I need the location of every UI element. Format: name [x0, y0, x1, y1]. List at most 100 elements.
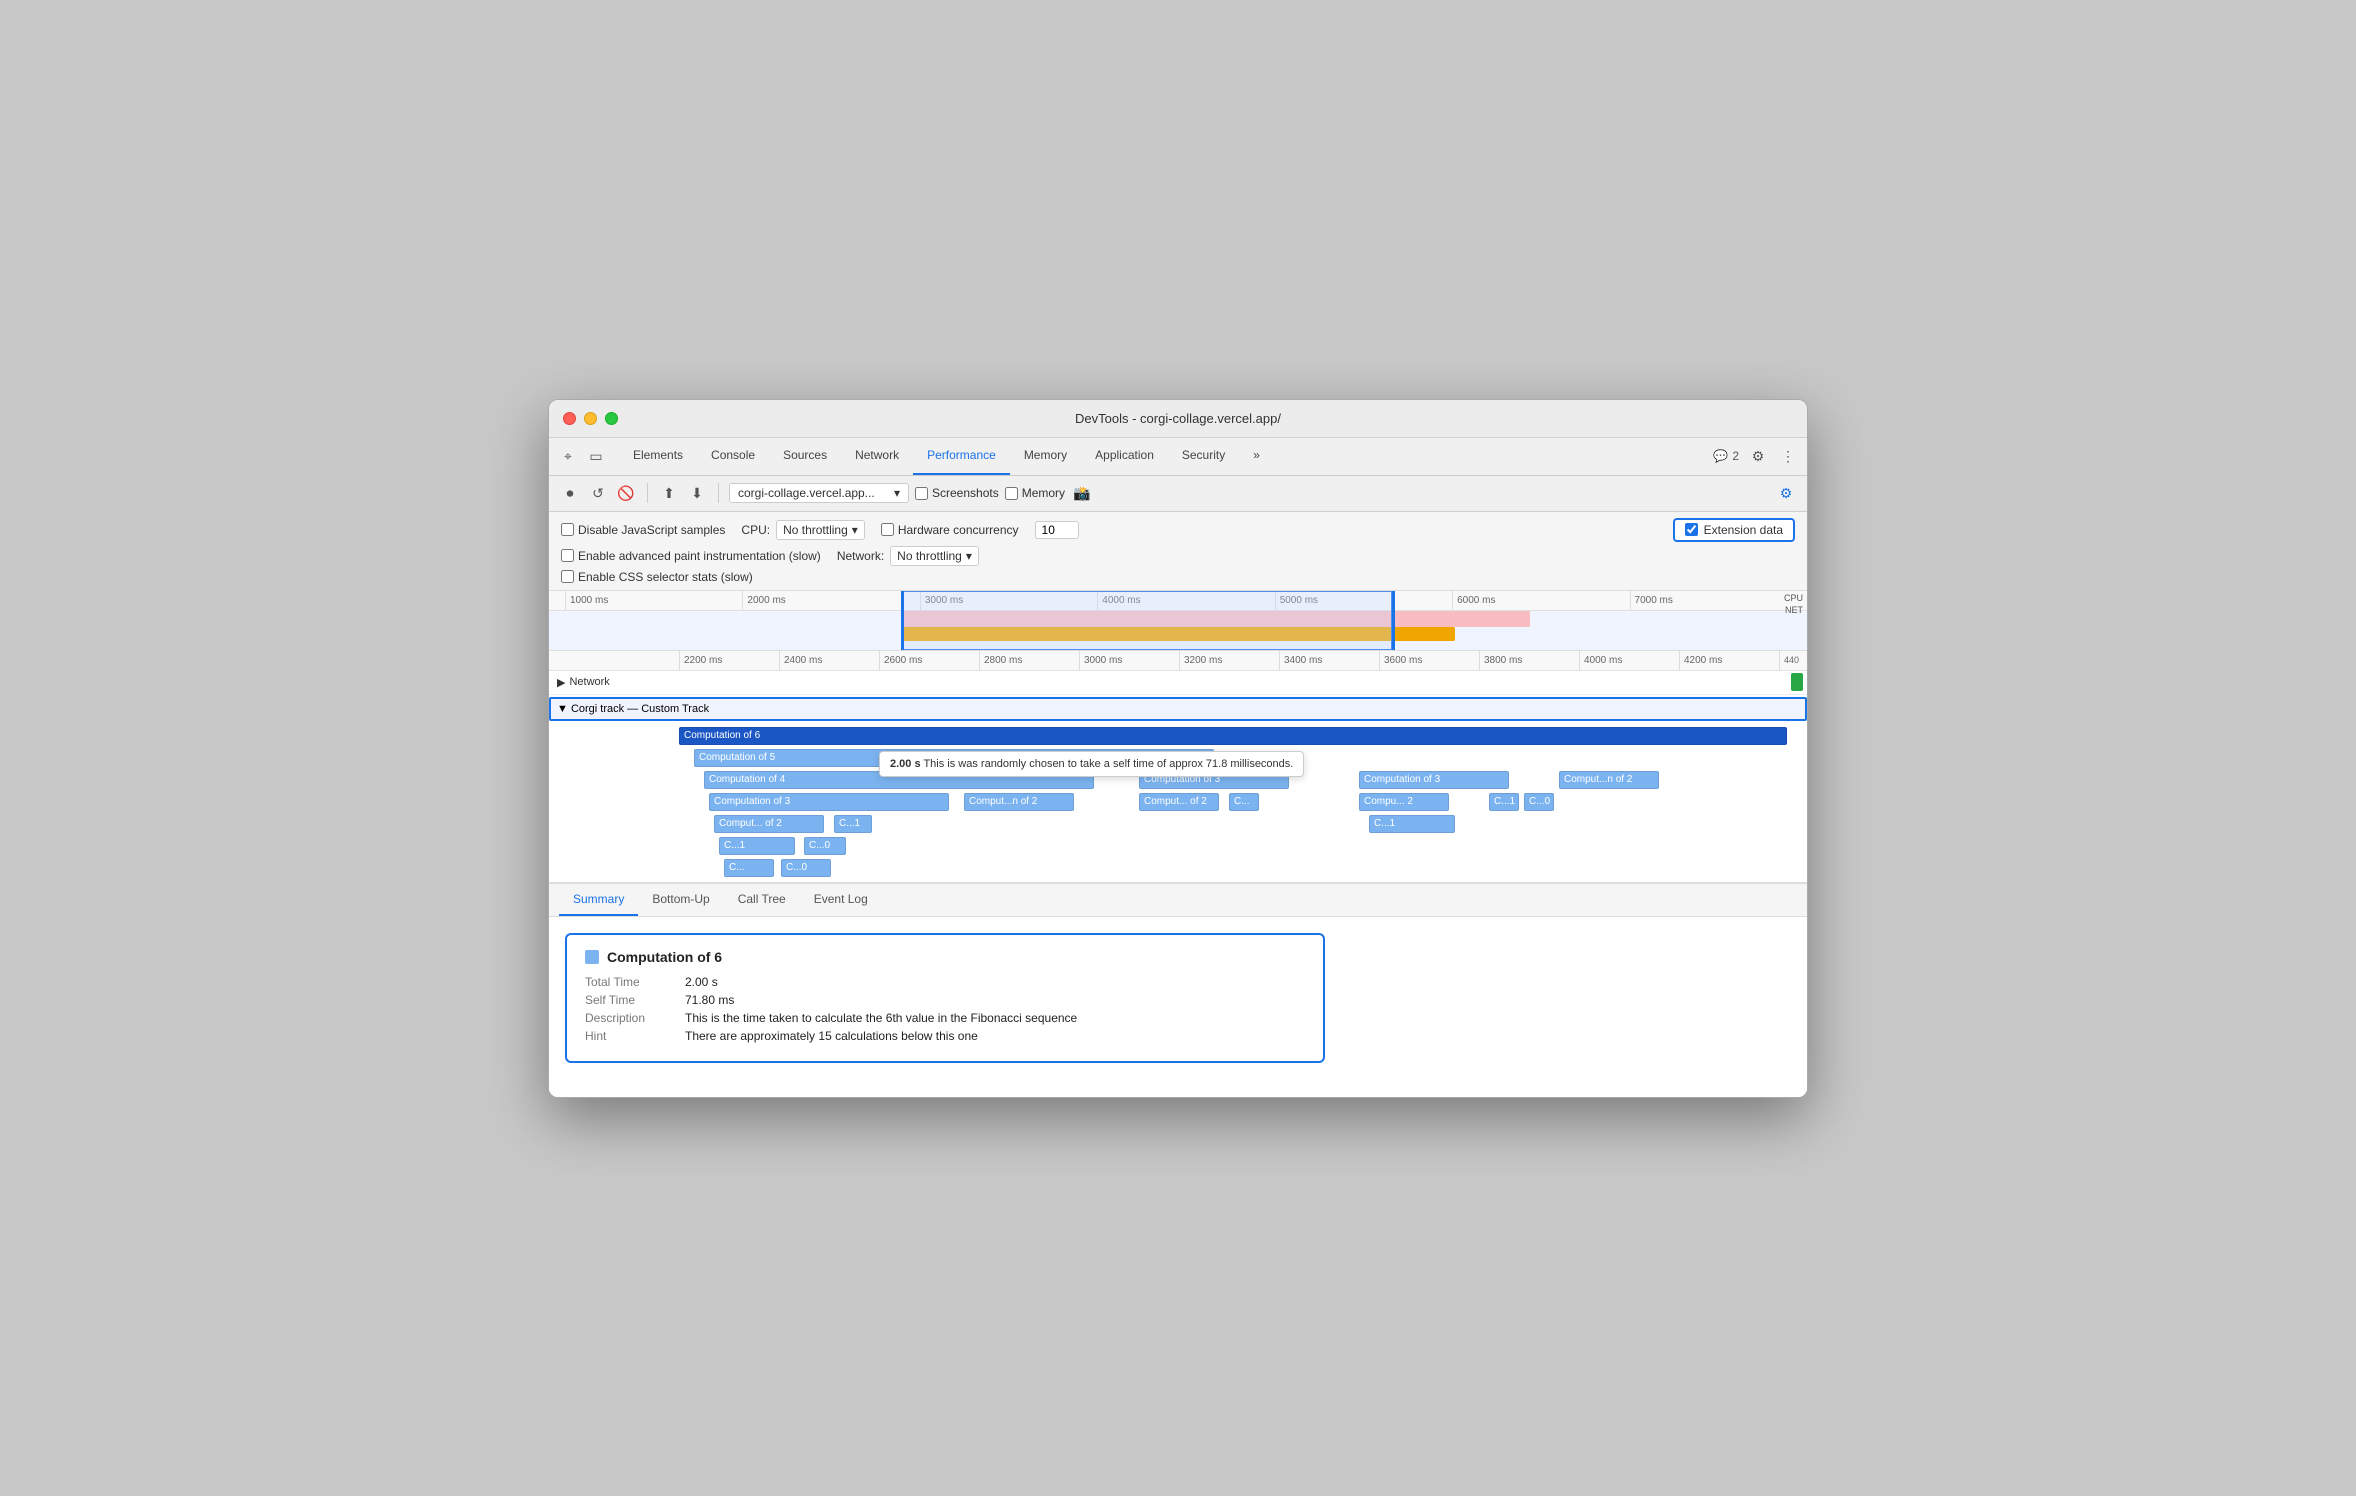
clear-button[interactable]: 🚫	[615, 482, 637, 504]
settings-icon[interactable]: ⚙	[1747, 445, 1769, 467]
flame-bar-comp2-4[interactable]: Comput... of 2	[714, 815, 824, 833]
tl-tick-7: 3600 ms	[1379, 651, 1479, 670]
tab-memory[interactable]: Memory	[1010, 437, 1081, 475]
network-label: Network:	[837, 549, 884, 563]
extension-data-button[interactable]: Extension data	[1673, 518, 1795, 542]
css-selector-checkbox[interactable]	[561, 570, 574, 583]
timeline-overview[interactable]: 1000 ms 2000 ms 3000 ms 4000 ms 5000 ms	[549, 591, 1807, 651]
tab-security[interactable]: Security	[1168, 437, 1239, 475]
tab-sources[interactable]: Sources	[769, 437, 841, 475]
flame-bar-comp3-1[interactable]: Computation of 3	[709, 793, 949, 811]
options-row-3: Enable CSS selector stats (slow)	[561, 570, 1795, 584]
flame-bar-comp2-3[interactable]: Compu... 2	[1359, 793, 1449, 811]
tabbar-right: 💬 2 ⚙ ⋮	[1713, 445, 1799, 467]
toolbar-divider-2	[718, 483, 719, 503]
memory-label: Memory	[1022, 486, 1065, 500]
timeline-area: 1000 ms 2000 ms 3000 ms 4000 ms 5000 ms	[549, 591, 1807, 884]
hw-value-input[interactable]	[1035, 521, 1079, 539]
flame-bar-comp2-1[interactable]: Comput...n of 2	[964, 793, 1074, 811]
tab-summary[interactable]: Summary	[559, 884, 638, 916]
timeline-ruler-main: 2200 ms 2400 ms 2600 ms 2800 ms 3000 ms …	[549, 651, 1807, 671]
ruler-tick-6: 6000 ms	[1452, 591, 1629, 610]
close-button[interactable]	[563, 412, 576, 425]
network-throttle-select[interactable]: No throttling ▾	[890, 546, 979, 566]
flame-bar-comp3-r2[interactable]: Computation of 3	[1359, 771, 1509, 789]
tab-console[interactable]: Console	[697, 437, 769, 475]
record-button[interactable]: ⏺	[559, 482, 581, 504]
css-selector-check[interactable]: Enable CSS selector stats (slow)	[561, 570, 753, 584]
tab-bottom-up[interactable]: Bottom-Up	[638, 884, 723, 916]
flame-bar-c1-4[interactable]: C...1	[719, 837, 795, 855]
advanced-paint-check[interactable]: Enable advanced paint instrumentation (s…	[561, 549, 821, 563]
selection-handle-left[interactable]	[901, 591, 904, 650]
download-button[interactable]: ⬇	[686, 482, 708, 504]
more-icon[interactable]: ⋮	[1777, 445, 1799, 467]
device-icon[interactable]: ▭	[585, 445, 607, 467]
flame-chart[interactable]: Computation of 6 Computation of 5 Comput…	[549, 723, 1807, 883]
tab-performance[interactable]: Performance	[913, 437, 1010, 475]
memory-checkbox[interactable]	[1005, 487, 1018, 500]
flame-bar-c1-3[interactable]: C...1	[1369, 815, 1455, 833]
flame-bar-comp2-far[interactable]: Comput...n of 2	[1559, 771, 1659, 789]
url-display[interactable]: corgi-collage.vercel.app... ▾	[729, 483, 909, 503]
capture-icon[interactable]: 📸	[1071, 482, 1093, 504]
screenshots-checkbox[interactable]	[915, 487, 928, 500]
css-selector-label: Enable CSS selector stats (slow)	[578, 570, 753, 584]
devtools-body: ⌖ ▭ Elements Console Sources Network Per…	[549, 438, 1807, 1097]
summary-row-desc: Description This is the time taken to ca…	[585, 1011, 1305, 1025]
hw-checkbox[interactable]	[881, 523, 894, 536]
options-row-2: Enable advanced paint instrumentation (s…	[561, 546, 1795, 566]
flame-bar-c0-2[interactable]: C...0	[804, 837, 846, 855]
tl-tick-1: 2400 ms	[779, 651, 879, 670]
inspect-icon[interactable]: ⌖	[557, 445, 579, 467]
badge-count: 2	[1732, 449, 1739, 463]
flame-bar-c1-2[interactable]: C...1	[834, 815, 872, 833]
cpu-throttle-select[interactable]: No throttling ▾	[776, 520, 865, 540]
memory-check[interactable]: Memory	[1005, 486, 1065, 500]
description-value: This is the time taken to calculate the …	[685, 1011, 1077, 1025]
maximize-button[interactable]	[605, 412, 618, 425]
cpu-group: CPU: No throttling ▾	[741, 520, 864, 540]
summary-row-hint: Hint There are approximately 15 calculat…	[585, 1029, 1305, 1043]
main-timeline: 2200 ms 2400 ms 2600 ms 2800 ms 3000 ms …	[549, 651, 1807, 883]
tab-elements[interactable]: Elements	[619, 437, 697, 475]
flame-bar-c0-1[interactable]: C...0	[1524, 793, 1554, 811]
flame-bar-c0-3[interactable]: C...0	[781, 859, 831, 877]
upload-button[interactable]: ⬆	[658, 482, 680, 504]
flame-bar-c-1[interactable]: C...	[1229, 793, 1259, 811]
ext-data-label: Extension data	[1704, 523, 1783, 537]
minimize-button[interactable]	[584, 412, 597, 425]
corgi-track-header[interactable]: ▼ Corgi track — Custom Track	[549, 697, 1807, 721]
network-dropdown-icon: ▾	[966, 549, 972, 563]
devtools-window: DevTools - corgi-collage.vercel.app/ ⌖ ▭…	[548, 399, 1808, 1098]
disable-js-check[interactable]: Disable JavaScript samples	[561, 523, 725, 537]
tab-bar: ⌖ ▭ Elements Console Sources Network Per…	[549, 438, 1807, 476]
tab-event-log[interactable]: Event Log	[800, 884, 882, 916]
screenshots-check[interactable]: Screenshots	[915, 486, 999, 500]
tab-application[interactable]: Application	[1081, 437, 1168, 475]
cpu-label-overlay: CPU	[1784, 593, 1803, 603]
summary-box: Computation of 6 Total Time 2.00 s Self …	[565, 933, 1325, 1063]
flame-bar-c-low[interactable]: C...	[724, 859, 774, 877]
ruler-tick-7: 7000 ms	[1630, 591, 1807, 610]
flame-tooltip: 2.00 s This is was randomly chosen to ta…	[879, 751, 1304, 777]
chat-icon: 💬	[1713, 449, 1728, 463]
disable-js-checkbox[interactable]	[561, 523, 574, 536]
network-track-content	[679, 671, 1807, 694]
gear-icon[interactable]: ⚙	[1775, 482, 1797, 504]
chat-badge[interactable]: 💬 2	[1713, 449, 1739, 463]
network-track-row[interactable]: ▶ Network	[549, 671, 1807, 695]
tab-call-tree[interactable]: Call Tree	[724, 884, 800, 916]
selection-handle-right[interactable]	[1392, 591, 1395, 650]
tab-more[interactable]: »	[1239, 437, 1274, 475]
flame-bar-c1-1[interactable]: C...1	[1489, 793, 1519, 811]
reload-button[interactable]: ↺	[587, 482, 609, 504]
flame-bar-comp2-2[interactable]: Comput... of 2	[1139, 793, 1219, 811]
hw-concurrency-check[interactable]: Hardware concurrency	[881, 523, 1019, 537]
advanced-paint-checkbox[interactable]	[561, 549, 574, 562]
tab-network[interactable]: Network	[841, 437, 913, 475]
ext-data-checkbox[interactable]	[1685, 523, 1698, 536]
selection-area[interactable]	[901, 591, 1392, 650]
flame-bar-comp6[interactable]: Computation of 6	[679, 727, 1787, 745]
summary-title: Computation of 6	[585, 949, 1305, 965]
